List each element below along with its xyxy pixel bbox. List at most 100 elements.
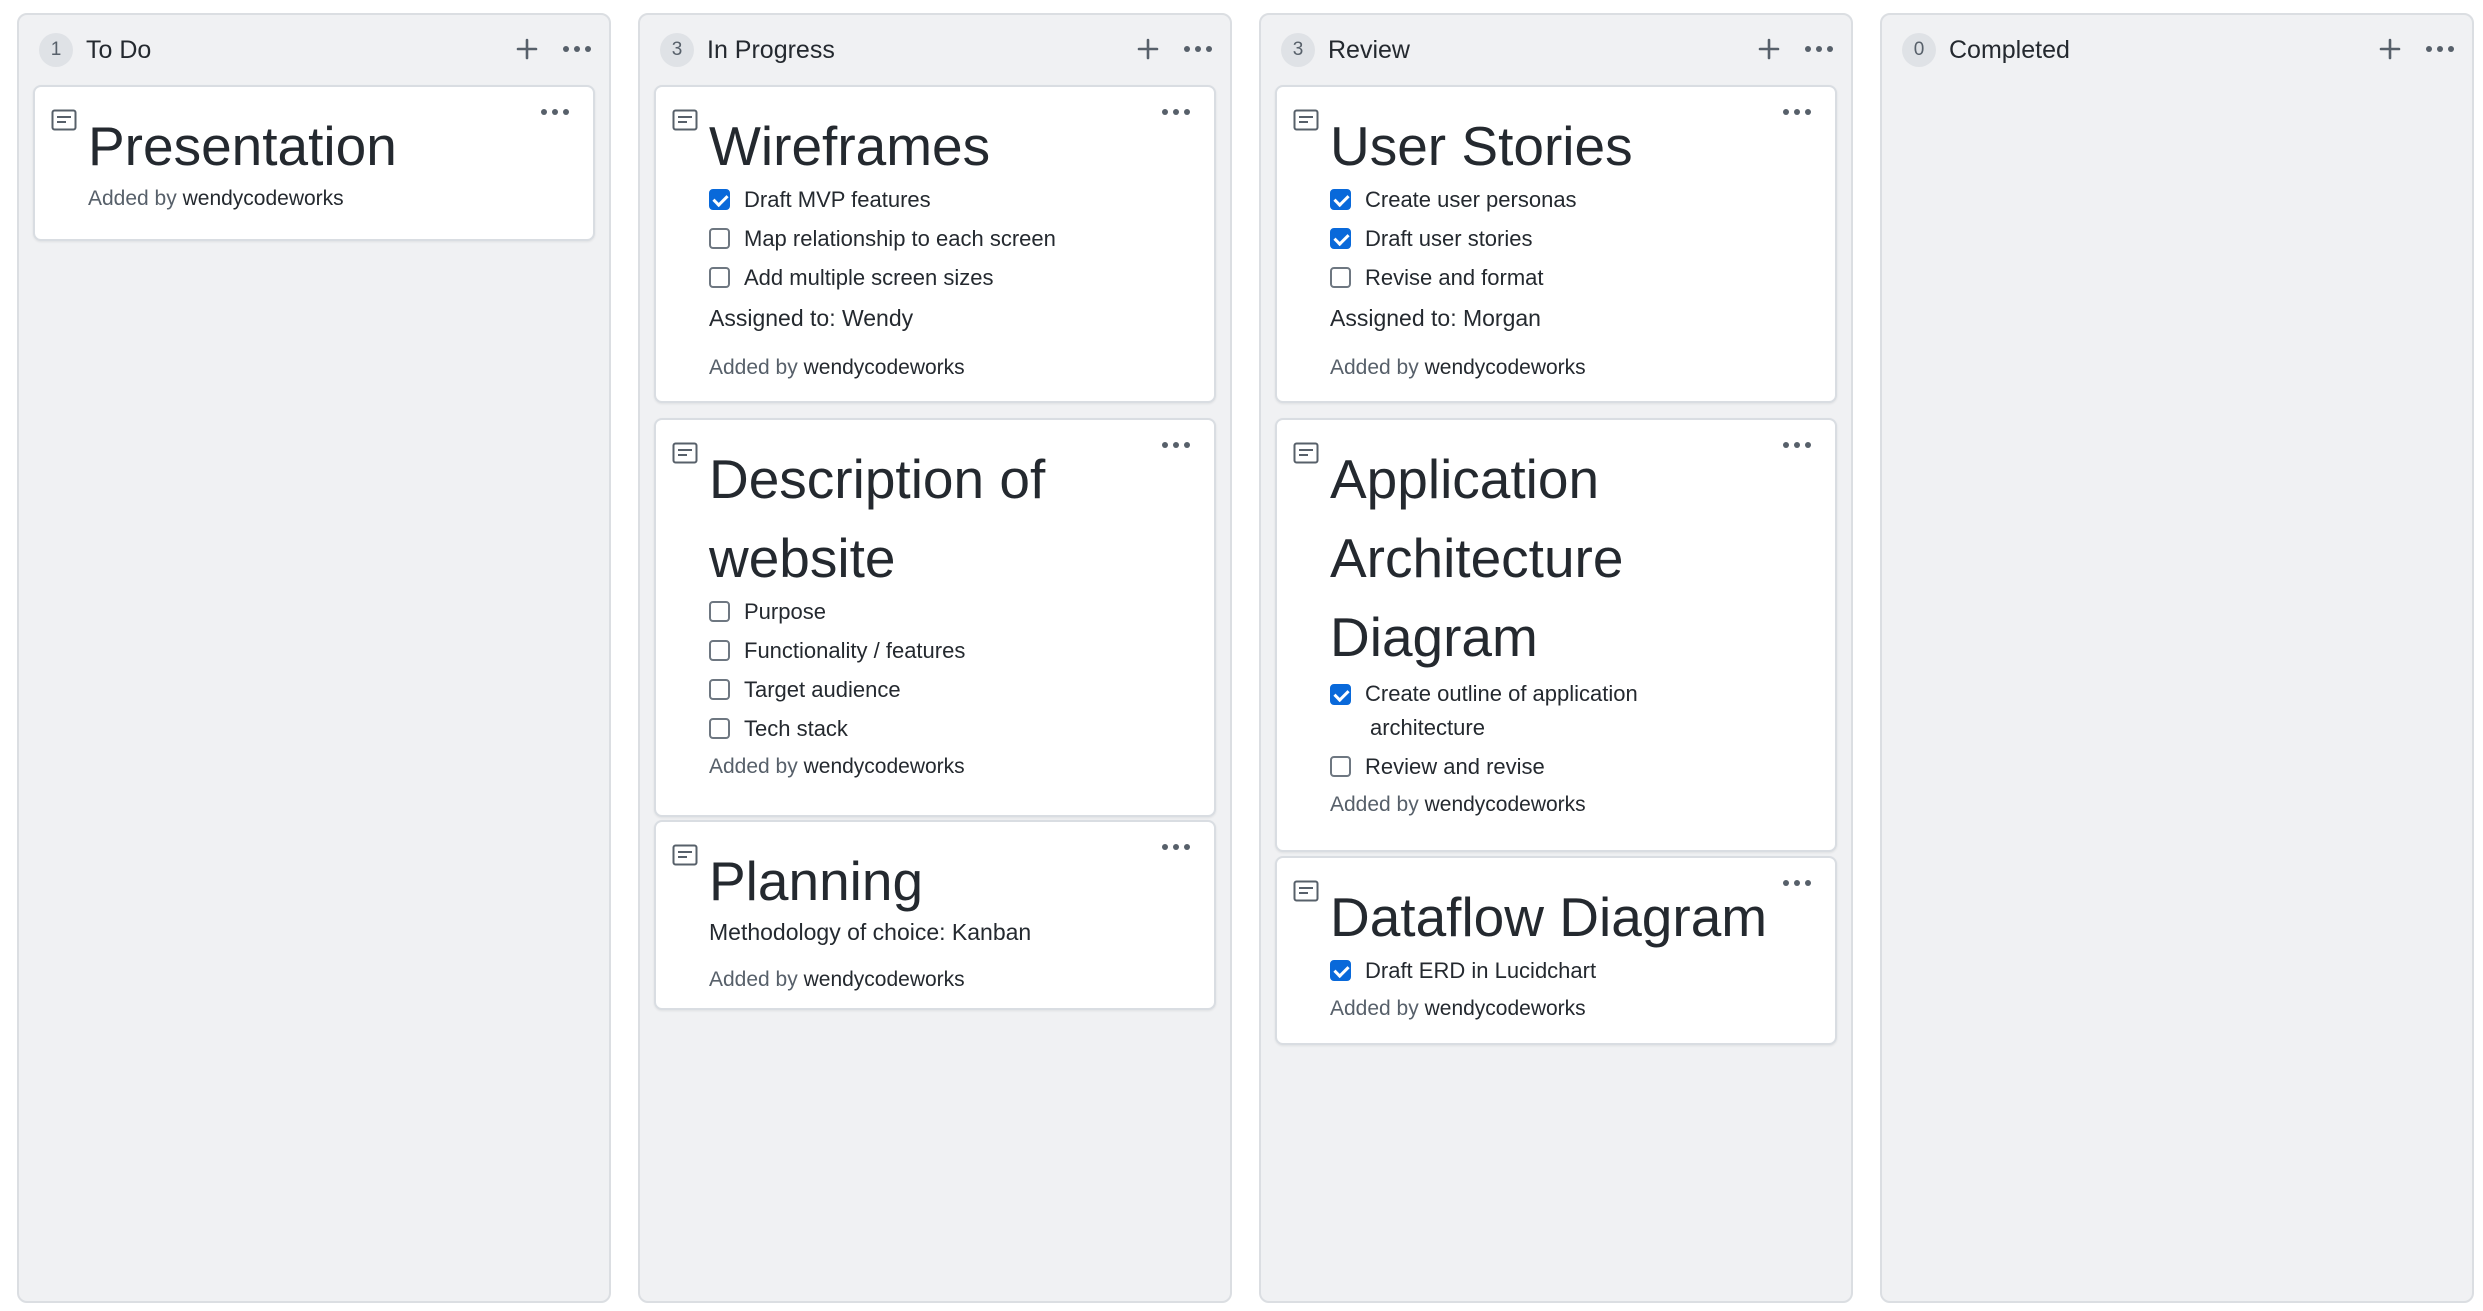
column-header: 3 Review: [1261, 15, 1851, 85]
added-by: Added by wendycodeworks: [1330, 792, 1815, 818]
column-header: 3 In Progress: [640, 15, 1230, 85]
added-by-user-link[interactable]: wendycodeworks: [1425, 356, 1586, 379]
added-by-user-link[interactable]: wendycodeworks: [1425, 997, 1586, 1020]
card-description-of-website[interactable]: Description of website Purpose Functional…: [654, 418, 1216, 817]
task-list-item: Add multiple screen sizes: [709, 264, 1194, 291]
card-title: Application Architecture Diagram: [1330, 440, 1815, 677]
column-menu-button[interactable]: [1799, 29, 1839, 69]
task-list: Purpose Functionality / features Target …: [709, 598, 1194, 742]
task-label-continuation: architecture: [1370, 715, 1485, 740]
column-count-badge: 3: [1281, 33, 1315, 67]
added-by-user-link[interactable]: wendycodeworks: [804, 968, 965, 991]
task-checkbox[interactable]: [1330, 684, 1351, 705]
task-label: Purpose: [744, 599, 826, 624]
task-label: Map relationship to each screen: [744, 226, 1056, 251]
card-dataflow-diagram[interactable]: Dataflow Diagram Draft ERD in Lucidchart…: [1275, 856, 1837, 1045]
task-label: Revise and format: [1365, 265, 1544, 290]
task-list: Create outline of application architectur…: [1330, 677, 1815, 780]
task-label: Draft MVP features: [744, 187, 931, 212]
card-title-line: Description of: [709, 448, 1046, 510]
column-review: 3 Review User Stories Create user person…: [1259, 13, 1853, 1303]
add-card-button[interactable]: [1128, 29, 1168, 69]
card-title-line: website: [709, 527, 896, 589]
card-presentation[interactable]: Presentation Added by wendycodeworks: [33, 85, 595, 241]
add-card-button[interactable]: [2370, 29, 2410, 69]
add-card-button[interactable]: [1749, 29, 1789, 69]
card-planning[interactable]: Planning Methodology of choice: Kanban A…: [654, 820, 1216, 1010]
task-list-item: Create user personas: [1330, 186, 1815, 213]
column-menu-button[interactable]: [2420, 29, 2460, 69]
card-title: Presentation: [88, 115, 397, 177]
task-checkbox[interactable]: [709, 718, 730, 739]
added-by-label: Added by: [1330, 997, 1419, 1020]
plus-icon: [1758, 38, 1780, 60]
kebab-horizontal-icon: [2426, 46, 2454, 52]
task-checkbox[interactable]: [709, 601, 730, 622]
task-label: Add multiple screen sizes: [744, 265, 994, 290]
task-label: Draft user stories: [1365, 226, 1533, 251]
added-by-label: Added by: [709, 755, 798, 778]
column-count-badge: 3: [660, 33, 694, 67]
add-card-button[interactable]: [507, 29, 547, 69]
card-body: Wireframes Draft MVP features Map relati…: [709, 107, 1194, 381]
card-title: Description of website: [709, 440, 1194, 598]
task-checkbox[interactable]: [1330, 267, 1351, 288]
task-checkbox[interactable]: [1330, 189, 1351, 210]
kebab-horizontal-icon: [1805, 46, 1833, 52]
column-menu-button[interactable]: [1178, 29, 1218, 69]
task-label: Create user personas: [1365, 187, 1577, 212]
column-title: Review: [1328, 36, 1410, 64]
column-in-progress: 3 In Progress Wireframes Draft MVP featu…: [638, 13, 1232, 1303]
added-by-user-link[interactable]: wendycodeworks: [1425, 793, 1586, 816]
added-by-label: Added by: [709, 356, 798, 379]
card-note: Assigned to: Morgan: [1330, 305, 1541, 331]
task-checkbox[interactable]: [709, 228, 730, 249]
added-by-label: Added by: [709, 968, 798, 991]
card-user-stories[interactable]: User Stories Create user personas Draft …: [1275, 85, 1837, 403]
column-header: 1 To Do: [19, 15, 609, 85]
column-title: In Progress: [707, 36, 835, 64]
task-list-item: Draft MVP features: [709, 186, 1194, 213]
task-list: Draft MVP features Map relationship to e…: [709, 186, 1194, 291]
added-by-user-link[interactable]: wendycodeworks: [804, 356, 965, 379]
task-label: Draft ERD in Lucidchart: [1365, 958, 1597, 983]
task-checkbox[interactable]: [709, 267, 730, 288]
card-body: User Stories Create user personas Draft …: [1330, 107, 1815, 381]
card-wireframes[interactable]: Wireframes Draft MVP features Map relati…: [654, 85, 1216, 403]
task-list-item: Draft user stories: [1330, 225, 1815, 252]
kebab-horizontal-icon: [563, 46, 591, 52]
task-checkbox[interactable]: [1330, 960, 1351, 981]
added-by-user-link[interactable]: wendycodeworks: [804, 755, 965, 778]
column-menu-button[interactable]: [557, 29, 597, 69]
added-by: Added by wendycodeworks: [1330, 355, 1815, 381]
task-list-item: Revise and format: [1330, 264, 1815, 291]
task-label: Tech stack: [744, 716, 848, 741]
task-list-item: Target audience: [709, 676, 1194, 703]
card-body: Planning Methodology of choice: Kanban A…: [709, 842, 1194, 993]
column-header: 0 Completed: [1882, 15, 2472, 85]
note-icon: [1293, 442, 1319, 464]
column-count-badge: 0: [1902, 33, 1936, 67]
task-list-item: Purpose: [709, 598, 1194, 625]
card-body: Description of website Purpose Functional…: [709, 440, 1194, 780]
added-by: Added by wendycodeworks: [709, 967, 1194, 993]
project-board: 1 To Do Presentation Added by wendycodew…: [0, 0, 2483, 1311]
card-title-line: Application: [1330, 448, 1600, 510]
added-by-user-link[interactable]: wendycodeworks: [183, 187, 344, 210]
task-checkbox[interactable]: [709, 679, 730, 700]
note-icon: [672, 109, 698, 131]
task-label: Review and revise: [1365, 754, 1545, 779]
card-title: Dataflow Diagram: [1330, 886, 1768, 948]
task-checkbox[interactable]: [1330, 756, 1351, 777]
task-list-item: Create outline of application architectur…: [1330, 677, 1815, 745]
task-checkbox[interactable]: [709, 189, 730, 210]
task-list-item: Review and revise: [1330, 753, 1815, 780]
task-checkbox[interactable]: [709, 640, 730, 661]
card-title-line: Diagram: [1330, 606, 1538, 668]
task-checkbox[interactable]: [1330, 228, 1351, 249]
column-title: Completed: [1949, 36, 2070, 64]
card-title-line: Architecture: [1330, 527, 1624, 589]
card-application-architecture-diagram[interactable]: Application Architecture Diagram Create ou…: [1275, 418, 1837, 852]
added-by-label: Added by: [1330, 356, 1419, 379]
added-by: Added by wendycodeworks: [709, 355, 1194, 381]
